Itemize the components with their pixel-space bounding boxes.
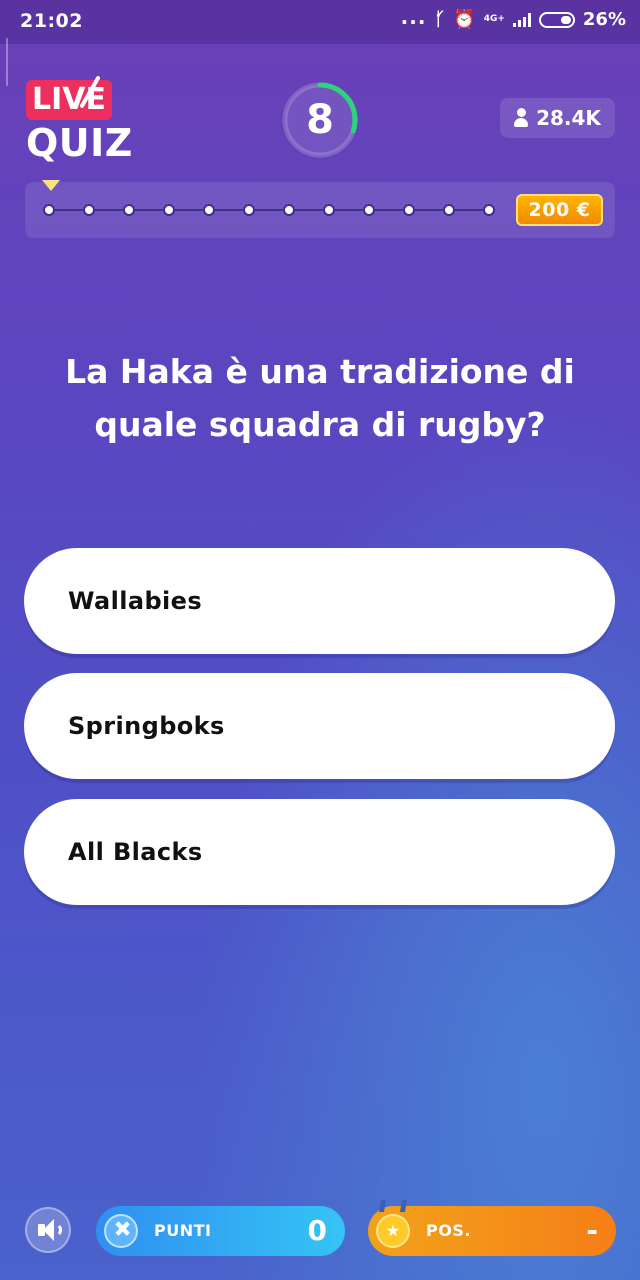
progress-step-dot (323, 204, 335, 216)
position-pill: ★ POS. - (368, 1200, 616, 1256)
progress-step-dot (483, 204, 495, 216)
progress-step-dot (363, 204, 375, 216)
speaker-wave (54, 1223, 62, 1237)
logo-live: LIVE (26, 80, 112, 120)
battery-percent: 26% (582, 9, 626, 30)
progress-step-dot (443, 204, 455, 216)
points-plus-icon: ✚ (104, 1214, 138, 1248)
notification-dots: ... (400, 4, 427, 29)
position-value: - (586, 1214, 598, 1247)
progress-line (49, 209, 489, 211)
progress-step-dot (83, 204, 95, 216)
question-progress: 200 € (25, 180, 615, 238)
current-step-marker (42, 180, 60, 191)
answer-option-3[interactable]: All Blacks (24, 799, 615, 905)
progress-step-dot (123, 204, 135, 216)
progress-step-dot (283, 204, 295, 216)
prize-badge: 200 € (516, 194, 603, 226)
progress-step-dot (163, 204, 175, 216)
medal-icon: ★ (376, 1214, 410, 1248)
bluetooth-icon: ᚶ (434, 9, 446, 30)
alarm-icon: ⏰ (453, 9, 476, 30)
points-value: 0 (307, 1214, 327, 1247)
scroll-indicator (6, 38, 8, 86)
answer-option-1[interactable]: Wallabies (24, 548, 615, 654)
timer-value: 8 (306, 97, 334, 143)
question-text: La Haka è una tradizione di quale squadr… (65, 352, 575, 444)
countdown-timer: 8 (281, 81, 359, 159)
answer-label: All Blacks (68, 838, 203, 866)
speaker-cone (43, 1219, 54, 1241)
answer-option-2[interactable]: Springboks (24, 673, 615, 779)
progress-step-dot (203, 204, 215, 216)
points-label: PUNTI (154, 1221, 212, 1240)
battery-icon (538, 11, 575, 28)
position-label: POS. (426, 1221, 471, 1240)
status-time: 21:02 (20, 10, 83, 32)
network-type: 4G+ (483, 14, 505, 24)
answer-label: Springboks (68, 712, 225, 740)
viewer-count-value: 28.4K (536, 106, 601, 130)
sound-toggle-button[interactable] (25, 1207, 71, 1253)
signal-icon (512, 12, 531, 27)
viewer-count: 28.4K (500, 98, 615, 138)
progress-step-dot (403, 204, 415, 216)
status-icons: ... ᚶ ⏰ 4G+ 26% (401, 5, 626, 31)
points-pill: ✚ PUNTI 0 (96, 1206, 345, 1256)
progress-step-dot (43, 204, 55, 216)
status-bar: 21:02 ... ᚶ ⏰ 4G+ 26% (0, 0, 640, 44)
medal-ribbon (378, 1200, 408, 1212)
person-icon (514, 108, 529, 128)
answer-label: Wallabies (68, 587, 203, 615)
logo-quiz: QUIZ (26, 121, 133, 165)
progress-step-dot (243, 204, 255, 216)
live-quiz-logo: LIVE QUIZ (26, 75, 132, 166)
